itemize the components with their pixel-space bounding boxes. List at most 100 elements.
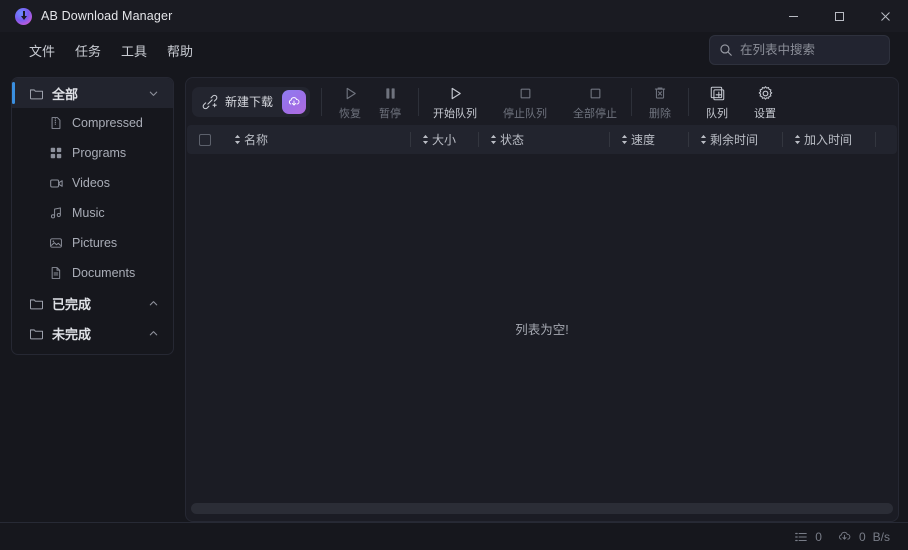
sidebar-item-documents-label: Documents <box>72 266 135 280</box>
download-speed-status: 0 B/s <box>837 529 890 544</box>
download-circle-logo-icon <box>15 8 32 25</box>
search-input[interactable] <box>740 43 901 57</box>
speed-unit-label: B/s <box>873 530 890 544</box>
chevron-up-icon[interactable] <box>148 298 159 309</box>
column-header-name[interactable]: 名称 <box>223 125 410 154</box>
column-header-status[interactable]: 状态 <box>479 125 609 154</box>
sidebar-item-completed-label: 已完成 <box>52 294 148 313</box>
resume-label: 恢复 <box>339 105 361 121</box>
sidebar-item-pictures-label: Pictures <box>72 236 117 250</box>
column-header-remaining-time[interactable]: 剩余时间 <box>689 125 782 154</box>
queue-count-status: 0 <box>794 530 822 544</box>
column-header-speed[interactable]: 速度 <box>610 125 688 154</box>
toolbar-divider <box>688 88 689 116</box>
pause-button[interactable]: 暂停 <box>370 81 410 122</box>
play-icon <box>342 83 359 103</box>
sidebar-item-programs-label: Programs <box>72 146 126 160</box>
cloud-download-icon[interactable] <box>282 90 306 114</box>
column-divider[interactable] <box>875 132 876 147</box>
column-header-added-time[interactable]: 加入时间 <box>783 125 875 154</box>
gear-icon <box>757 83 774 103</box>
close-icon <box>880 11 891 22</box>
menu-item-tasks[interactable]: 任务 <box>68 37 108 64</box>
close-button[interactable] <box>862 0 908 32</box>
sidebar-item-unfinished[interactable]: 未完成 <box>12 318 173 348</box>
sort-icon <box>489 134 498 145</box>
folder-icon <box>28 85 44 101</box>
sidebar: 全部 Compressed <box>0 68 185 522</box>
queue-button[interactable]: 队列 <box>697 81 737 122</box>
queue-grid-icon <box>709 83 726 103</box>
settings-button[interactable]: 设置 <box>745 81 785 122</box>
folder-icon <box>28 325 44 341</box>
select-all-checkbox[interactable] <box>187 134 223 146</box>
sidebar-item-music-label: Music <box>72 206 105 220</box>
sidebar-item-music[interactable]: Music <box>12 198 173 228</box>
sort-icon <box>793 134 802 145</box>
pause-icon <box>382 83 399 103</box>
sidebar-item-all[interactable]: 全部 <box>12 78 173 108</box>
stop-queue-icon <box>517 83 534 103</box>
sidebar-item-pictures[interactable]: Pictures <box>12 228 173 258</box>
list-icon <box>794 530 808 544</box>
stop-queue-button[interactable]: 停止队列 <box>497 81 553 122</box>
chevron-down-icon[interactable] <box>148 88 159 99</box>
search-box[interactable] <box>709 35 890 65</box>
column-header-size[interactable]: 大小 <box>411 125 478 154</box>
column-header-status-label: 状态 <box>500 131 524 148</box>
trash-icon <box>652 83 668 103</box>
body-container: 全部 Compressed <box>0 68 908 522</box>
play-queue-icon <box>447 83 464 103</box>
start-queue-label: 开始队列 <box>433 105 477 121</box>
minimize-button[interactable] <box>770 0 816 32</box>
delete-label: 删除 <box>649 105 671 121</box>
scrollbar-thumb[interactable] <box>191 503 893 514</box>
sidebar-item-programs[interactable]: Programs <box>12 138 173 168</box>
title-bar: AB Download Manager <box>0 0 908 32</box>
toolbar-divider <box>418 88 419 116</box>
sidebar-item-compressed[interactable]: Compressed <box>12 108 173 138</box>
empty-list-message: 列表为空! <box>515 319 568 338</box>
queue-count-value: 0 <box>815 530 822 544</box>
stop-queue-label: 停止队列 <box>503 105 547 121</box>
new-download-label: 新建下载 <box>225 93 273 110</box>
document-icon <box>48 265 64 281</box>
sort-icon <box>421 134 430 145</box>
sort-icon <box>699 134 708 145</box>
app-window: AB Download Manager 文件 任务 工具 帮助 <box>0 0 908 550</box>
sidebar-panel: 全部 Compressed <box>11 77 174 355</box>
sidebar-item-compressed-label: Compressed <box>72 116 143 130</box>
sidebar-item-completed[interactable]: 已完成 <box>12 288 173 318</box>
archive-icon <box>48 115 64 131</box>
image-icon <box>48 235 64 251</box>
start-queue-button[interactable]: 开始队列 <box>427 81 483 122</box>
stop-all-label: 全部停止 <box>573 105 617 121</box>
sidebar-item-documents[interactable]: Documents <box>12 258 173 288</box>
maximize-button[interactable] <box>816 0 862 32</box>
delete-button[interactable]: 删除 <box>640 81 680 122</box>
new-download-button[interactable]: 新建下载 <box>192 87 310 117</box>
sort-icon <box>620 134 629 145</box>
menu-item-file[interactable]: 文件 <box>22 37 62 64</box>
menu-item-help[interactable]: 帮助 <box>160 37 200 64</box>
main-content: 新建下载 <box>185 68 908 522</box>
stop-all-button[interactable]: 全部停止 <box>567 81 623 122</box>
stop-all-icon <box>587 83 604 103</box>
main-panel: 新建下载 <box>185 77 899 522</box>
column-header-size-label: 大小 <box>432 131 456 148</box>
table-header: 名称 大小 <box>187 125 897 154</box>
window-title: AB Download Manager <box>41 9 172 23</box>
horizontal-scrollbar[interactable] <box>186 501 898 521</box>
sidebar-item-unfinished-label: 未完成 <box>52 324 148 343</box>
sidebar-item-all-label: 全部 <box>52 84 148 103</box>
link-plus-icon <box>202 94 218 110</box>
toolbar-divider <box>631 88 632 116</box>
resume-button[interactable]: 恢复 <box>330 81 370 122</box>
folder-icon <box>28 295 44 311</box>
chevron-up-icon[interactable] <box>148 328 159 339</box>
column-header-name-label: 名称 <box>244 131 268 148</box>
menu-item-tools[interactable]: 工具 <box>114 37 154 64</box>
sidebar-item-videos[interactable]: Videos <box>12 168 173 198</box>
pause-label: 暂停 <box>379 105 401 121</box>
status-bar: 0 0 B/s <box>0 522 908 550</box>
